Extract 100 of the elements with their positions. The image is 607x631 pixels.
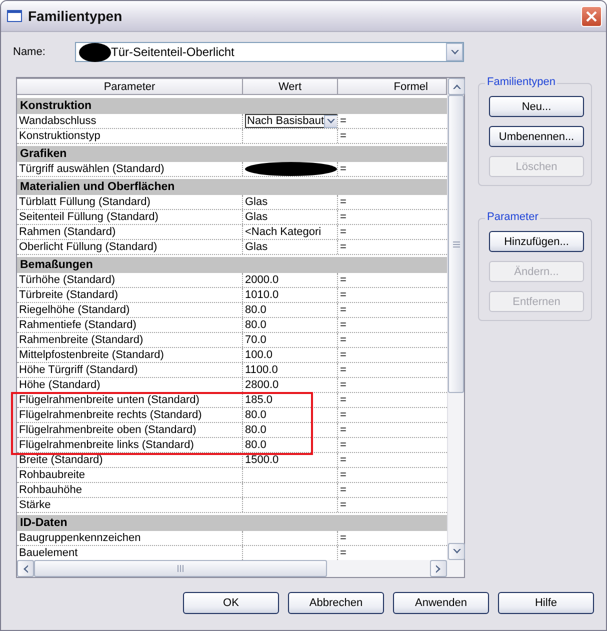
table-cell-text: =	[339, 162, 348, 176]
grip-icon	[452, 240, 460, 248]
table-cell: Glas	[243, 210, 338, 224]
table-cell-text: =	[339, 483, 348, 497]
scroll-down-button[interactable]	[448, 543, 465, 560]
table-cell: Flügelrahmenbreite links (Standard)	[17, 438, 243, 452]
up-arrow-icon	[452, 84, 460, 89]
close-icon	[586, 10, 597, 22]
table-cell: Türgriff auswählen (Standard)	[17, 162, 243, 176]
value-dropdown[interactable]: Nach Basisbaut	[245, 114, 337, 128]
table-cell-text: =	[339, 438, 348, 452]
table-cell: Türblatt Füllung (Standard)	[17, 195, 243, 209]
table-cell-text: =	[339, 378, 348, 392]
table-cell-text: =	[339, 318, 348, 332]
table-cell: Türhöhe (Standard)	[17, 273, 243, 287]
grip-icon	[177, 565, 184, 572]
table-cell-text: =	[339, 210, 348, 224]
window-title: Familientypen	[28, 8, 124, 24]
table-cell-text: =	[339, 225, 348, 239]
dialog-button[interactable]: Anwenden	[393, 592, 489, 614]
table-cell: <Nach Kategori	[243, 225, 338, 239]
table-cell-text: =	[339, 288, 348, 302]
table-cell: 80.0	[243, 318, 338, 332]
table-cell: Riegelhöhe (Standard)	[17, 303, 243, 317]
table-cell: 185.0	[243, 393, 338, 407]
table-cell-text: =	[339, 453, 348, 467]
column-header[interactable]: Parameter	[17, 78, 243, 95]
table-cell: Höhe (Standard)	[17, 378, 243, 392]
name-value: Tür-Seitenteil-Oberlicht	[111, 45, 234, 59]
table-cell: Mittelpfostenbreite (Standard)	[17, 348, 243, 362]
table-cell: 80.0	[243, 423, 338, 437]
dialog-button[interactable]: Hilfe	[498, 592, 594, 614]
action-button[interactable]: Hinzufügen...	[489, 231, 584, 252]
table-cell: 80.0	[243, 408, 338, 422]
table-cell-text: =	[339, 303, 348, 317]
table-cell: 1500.0	[243, 453, 338, 467]
table-cell: Rahmen (Standard)	[17, 225, 243, 239]
scroll-thumb[interactable]	[448, 95, 464, 393]
group-header: Grafiken	[17, 146, 447, 162]
table-cell: 80.0	[243, 303, 338, 317]
action-button[interactable]: Umbenennen...	[489, 126, 584, 147]
caret-icon	[452, 549, 460, 554]
table-cell: 2000.0	[243, 273, 338, 287]
group-header: Bemaßungen	[17, 257, 447, 273]
table-cell: Rahmentiefe (Standard)	[17, 318, 243, 332]
table-cell-text: =	[339, 348, 348, 362]
table-cell-text: =	[339, 129, 348, 143]
table-cell: Türbreite (Standard)	[17, 288, 243, 302]
table-cell-text: =	[339, 423, 348, 437]
table-cell: 1010.0	[243, 288, 338, 302]
table-cell-text: =	[339, 114, 348, 128]
window-icon	[7, 10, 22, 22]
table-cell: 2800.0	[243, 378, 338, 392]
group-title: Familientypen	[485, 76, 558, 88]
table-cell-text: =	[339, 393, 348, 407]
table-cell: 1100.0	[243, 363, 338, 377]
table-cell: Wandabschluss	[17, 114, 243, 128]
table-cell: Breite (Standard)	[17, 453, 243, 467]
group-header: Materialien und Oberflächen	[17, 179, 447, 195]
group-title: Parameter	[485, 211, 540, 223]
table-cell: Oberlicht Füllung (Standard)	[17, 240, 243, 254]
close-button[interactable]	[581, 6, 602, 26]
group-header: Konstruktion	[17, 98, 447, 114]
dialog-button[interactable]: OK	[183, 592, 279, 614]
table-cell: Konstruktionstyp	[17, 129, 243, 143]
table-cell: Seitenteil Füllung (Standard)	[17, 210, 243, 224]
table-cell-text: =	[339, 195, 348, 209]
scroll-right-button[interactable]	[430, 560, 447, 577]
scroll-thumb[interactable]	[34, 560, 327, 577]
scroll-left-button[interactable]	[17, 560, 34, 577]
caret-icon	[327, 118, 336, 124]
table-cell-text: =	[339, 531, 348, 545]
table-cell: Flügelrahmenbreite oben (Standard)	[17, 423, 243, 437]
caret-icon	[450, 50, 458, 54]
column-header[interactable]: Formel	[338, 78, 447, 95]
table-cell-text: =	[339, 273, 348, 287]
left-arrow-icon	[23, 564, 28, 572]
group-header: ID-Daten	[17, 515, 447, 531]
table-cell: Höhe Türgriff (Standard)	[17, 363, 243, 377]
table-cell-text: =	[339, 333, 348, 347]
table-cell: Baugruppenkennzeichen	[17, 531, 243, 545]
table-cell: Glas	[243, 195, 338, 209]
table-cell: 70.0	[243, 333, 338, 347]
table-cell-text: =	[339, 498, 348, 512]
right-arrow-icon	[436, 564, 441, 572]
name-label: Name:	[13, 46, 46, 58]
table-cell: Rohbauhöhe	[17, 483, 243, 497]
table-cell-text: =	[339, 240, 348, 254]
name-dropdown[interactable]: Tür-Seitenteil-Oberlicht	[75, 42, 464, 62]
column-header[interactable]: Wert	[243, 78, 338, 95]
scroll-up-button[interactable]	[448, 78, 465, 95]
table-cell: Flügelrahmenbreite unten (Standard)	[17, 393, 243, 407]
table-cell: 80.0	[243, 438, 338, 452]
table-cell: Rahmenbreite (Standard)	[17, 333, 243, 347]
action-button[interactable]: Neu...	[489, 96, 584, 117]
table-cell: 100.0	[243, 348, 338, 362]
table-cell: Stärke	[17, 498, 243, 512]
dialog-button[interactable]: Abbrechen	[288, 592, 384, 614]
table-cell: Rohbaubreite	[17, 468, 243, 482]
table-cell-text: =	[339, 546, 348, 560]
